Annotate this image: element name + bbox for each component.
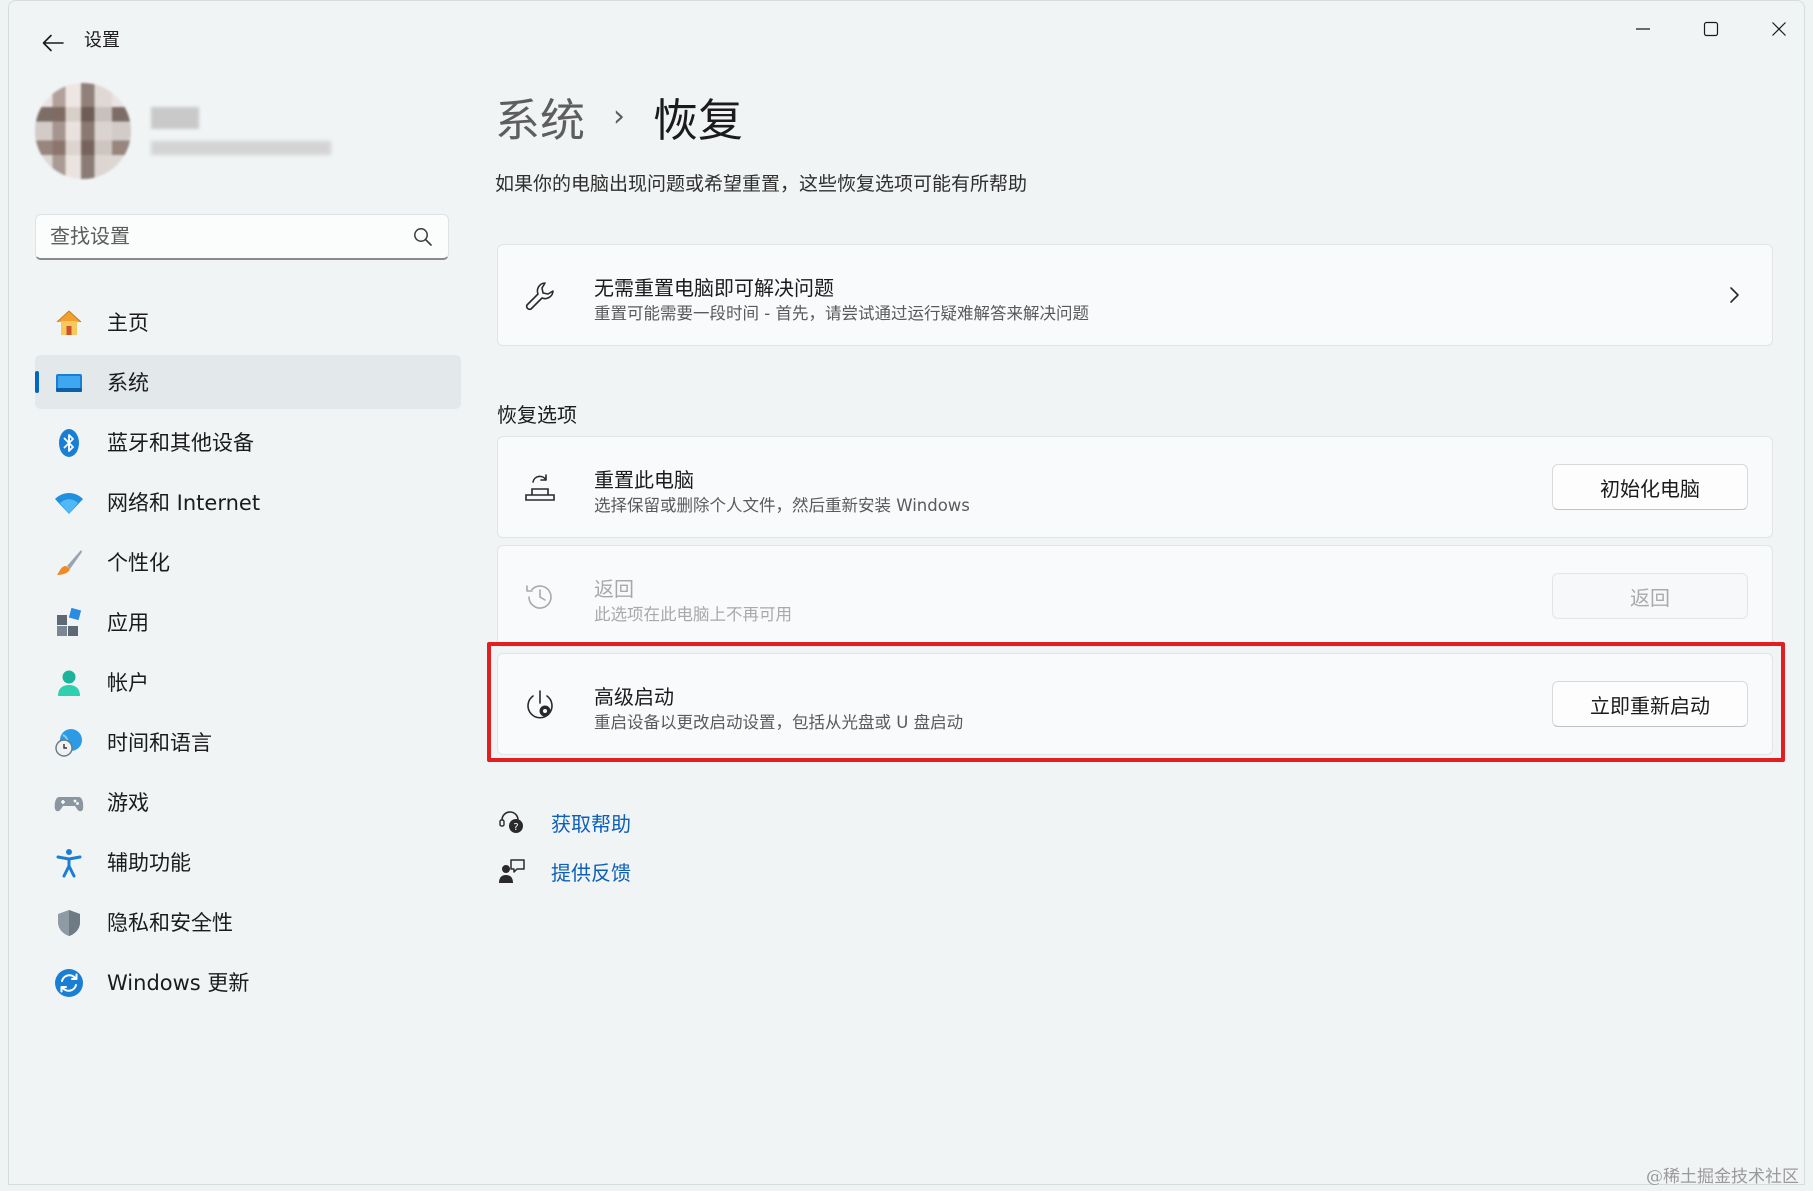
card-description: 选择保留或删除个人文件，然后重新安装 Windows: [594, 496, 970, 515]
history-icon: [522, 579, 558, 615]
breadcrumb: 系统 › 恢复: [495, 81, 743, 151]
sidebar-item-label: 帐户: [107, 671, 149, 695]
sidebar-item-system[interactable]: 系统: [35, 355, 461, 409]
back-button[interactable]: [31, 23, 75, 63]
minimize-button[interactable]: [1609, 9, 1677, 49]
wrench-icon: [522, 278, 558, 314]
reset-pc-icon: [522, 470, 558, 506]
give-feedback-link[interactable]: 提供反馈: [551, 857, 631, 886]
sidebar-item-label: 蓝牙和其他设备: [107, 431, 254, 455]
sidebar-item-network[interactable]: 网络和 Internet: [35, 475, 461, 529]
chevron-right-icon: [1730, 287, 1739, 303]
feedback-link-row: 提供反馈: [497, 853, 631, 889]
section-title: 恢复选项: [497, 403, 577, 427]
sidebar-nav: 主页 系统 蓝牙和其他设备 网络和 Internet 个性化 应用 帐户 时间和…: [35, 295, 461, 1015]
page-title: 恢复: [653, 93, 744, 147]
card-description: 重置可能需要一段时间 - 首先，请尝试通过运行疑难解答来解决问题: [594, 304, 1089, 323]
sidebar-item-apps[interactable]: 应用: [35, 595, 461, 649]
bluetooth-icon: [53, 427, 85, 459]
sidebar-item-label: 辅助功能: [107, 851, 191, 875]
update-icon: [53, 967, 85, 999]
sidebar-item-accessibility[interactable]: 辅助功能: [35, 835, 461, 889]
close-button[interactable]: [1745, 9, 1804, 49]
gamepad-icon: [53, 787, 85, 819]
accessibility-icon: [53, 847, 85, 879]
troubleshoot-card[interactable]: 无需重置电脑即可解决问题 重置可能需要一段时间 - 首先，请尝试通过运行疑难解答…: [497, 244, 1773, 346]
sidebar-item-gaming[interactable]: 游戏: [35, 775, 461, 829]
watermark: @稀土掘金技术社区: [1646, 1167, 1799, 1187]
go-back-card: 返回 此选项在此电脑上不再可用 返回: [497, 545, 1773, 647]
close-icon: [1772, 22, 1786, 36]
sidebar-item-label: 游戏: [107, 791, 149, 815]
system-monitor-icon: [53, 367, 85, 399]
maximize-button[interactable]: [1677, 9, 1745, 49]
card-title: 高级启动: [594, 685, 674, 709]
user-email-redacted: [151, 141, 331, 155]
restart-now-button[interactable]: 立即重新启动: [1552, 681, 1748, 727]
reset-pc-button[interactable]: 初始化电脑: [1552, 464, 1748, 510]
go-back-button[interactable]: 返回: [1552, 573, 1748, 619]
breadcrumb-parent-system[interactable]: 系统: [495, 84, 585, 149]
sidebar-item-label: 隐私和安全性: [107, 911, 233, 935]
sidebar-item-label: 系统: [107, 371, 149, 395]
sidebar-item-label: 主页: [107, 311, 149, 335]
avatar[interactable]: [35, 83, 131, 179]
sidebar-item-label: 网络和 Internet: [107, 491, 261, 515]
get-help-link[interactable]: 获取帮助: [551, 808, 631, 837]
page-subtitle: 如果你的电脑出现问题或希望重置，这些恢复选项可能有所帮助: [495, 173, 1028, 195]
sidebar-item-personalization[interactable]: 个性化: [35, 535, 461, 589]
app-title: 设置: [84, 30, 120, 51]
card-description: 此选项在此电脑上不再可用: [594, 605, 792, 624]
maximize-icon: [1703, 21, 1719, 37]
reset-pc-card: 重置此电脑 选择保留或删除个人文件，然后重新安装 Windows 初始化电脑: [497, 436, 1773, 538]
wifi-icon: [53, 487, 85, 519]
sidebar-item-label: 应用: [107, 611, 149, 635]
get-help-link-row: ? 获取帮助: [497, 804, 631, 840]
settings-window: 设置 主页: [8, 0, 1805, 1185]
search-icon[interactable]: [412, 226, 434, 248]
card-title: 重置此电脑: [594, 468, 694, 492]
card-title: 返回: [594, 577, 634, 601]
svg-text:?: ?: [513, 822, 518, 833]
feedback-icon: [497, 856, 527, 886]
power-gear-icon: [522, 687, 558, 723]
sidebar-item-time-language[interactable]: 时间和语言: [35, 715, 461, 769]
search-box: [35, 214, 449, 260]
sidebar-item-label: 个性化: [107, 551, 170, 575]
sidebar-item-privacy[interactable]: 隐私和安全性: [35, 895, 461, 949]
apps-icon: [53, 607, 85, 639]
card-title: 无需重置电脑即可解决问题: [594, 276, 834, 300]
sidebar-item-windows-update[interactable]: Windows 更新: [35, 955, 461, 1009]
search-input[interactable]: [36, 215, 410, 257]
sidebar-item-accounts[interactable]: 帐户: [35, 655, 461, 709]
sidebar-item-label: 时间和语言: [107, 731, 212, 755]
sidebar-item-home[interactable]: 主页: [35, 295, 461, 349]
account-icon: [53, 667, 85, 699]
help-icon: ?: [497, 807, 527, 837]
home-icon: [53, 307, 85, 339]
card-description: 重启设备以更改启动设置，包括从光盘或 U 盘启动: [594, 713, 964, 732]
advanced-startup-card: 高级启动 重启设备以更改启动设置，包括从光盘或 U 盘启动 立即重新启动: [497, 653, 1773, 755]
shield-icon: [53, 907, 85, 939]
brush-icon: [53, 547, 85, 579]
minimize-icon: [1636, 28, 1650, 30]
globe-clock-icon: [53, 727, 85, 759]
sidebar-item-bluetooth[interactable]: 蓝牙和其他设备: [35, 415, 461, 469]
title-bar: 设置: [9, 1, 1804, 75]
sidebar-item-label: Windows 更新: [107, 971, 250, 995]
back-arrow-icon: [42, 34, 64, 52]
user-name-redacted: [151, 107, 199, 129]
breadcrumb-separator: ›: [613, 98, 626, 134]
